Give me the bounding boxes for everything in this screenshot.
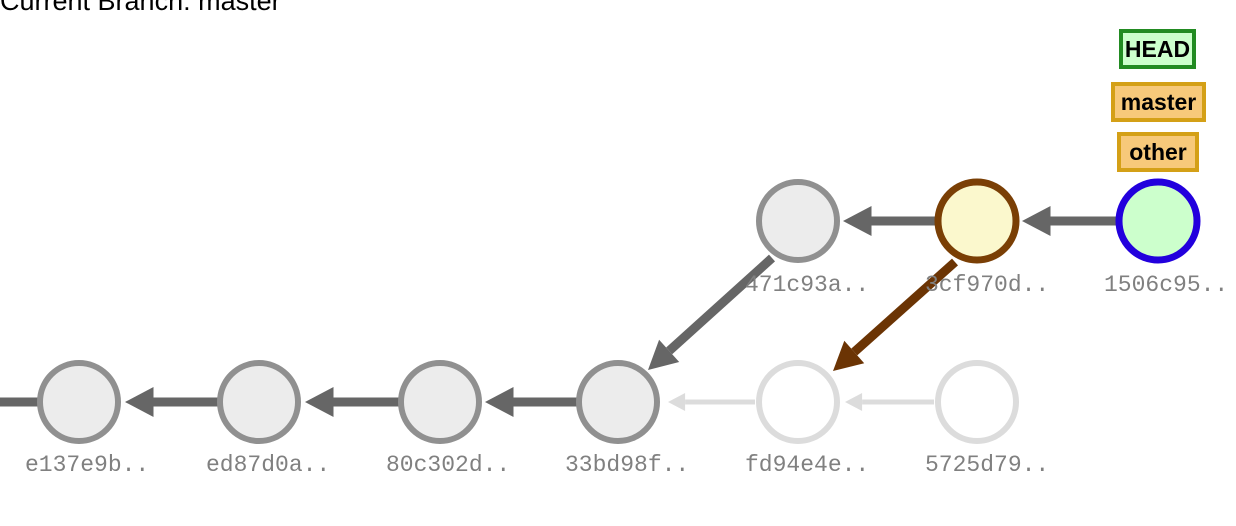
commit-node-3cf970d[interactable] (934, 178, 1020, 264)
edge-3cf970d-to-471c93a (843, 206, 936, 236)
commit-sha-label-3cf970d: 3cf970d.. (925, 272, 1050, 298)
edge-80c302d-to-ed87d0a (305, 387, 399, 417)
commit-node-471c93a[interactable] (756, 179, 840, 263)
commit-sha-label-80c302d: 80c302d.. (386, 452, 511, 478)
head-ref[interactable]: HEAD (1119, 29, 1196, 69)
commit-node-1506c95[interactable] (1115, 178, 1201, 264)
edge-fd94e4e-to-33bd98f (668, 393, 755, 411)
edge-ed87d0a-to-e137e9b (125, 387, 218, 417)
commit-sha-label-e137e9b: e137e9b.. (25, 452, 150, 478)
commit-sha-label-471c93a: 471c93a.. (745, 272, 870, 298)
edge-5725d79-to-fd94e4e (845, 393, 934, 411)
commit-sha-label-33bd98f: 33bd98f.. (565, 452, 690, 478)
master-ref[interactable]: master (1111, 82, 1206, 122)
other-ref[interactable]: other (1117, 132, 1199, 172)
commit-sha-label-1506c95: 1506c95.. (1104, 272, 1229, 298)
git-graph-canvas: Current Branch: master HEAD master other 1… (0, 0, 1236, 526)
commit-node-5725d79[interactable] (935, 360, 1019, 444)
commit-node-33bd98f[interactable] (576, 360, 660, 444)
commit-node-ed87d0a[interactable] (217, 360, 301, 444)
commit-graph (0, 178, 1201, 444)
edge-1506c95-to-3cf970d (1022, 206, 1117, 236)
commit-sha-label-fd94e4e: fd94e4e.. (745, 452, 870, 478)
commit-node-e137e9b[interactable] (37, 360, 121, 444)
commit-node-80c302d[interactable] (398, 360, 482, 444)
commit-node-fd94e4e[interactable] (756, 360, 840, 444)
edge-33bd98f-to-80c302d (485, 387, 577, 417)
commit-sha-label-5725d79: 5725d79.. (925, 452, 1050, 478)
commit-sha-label-ed87d0a: ed87d0a.. (206, 452, 331, 478)
